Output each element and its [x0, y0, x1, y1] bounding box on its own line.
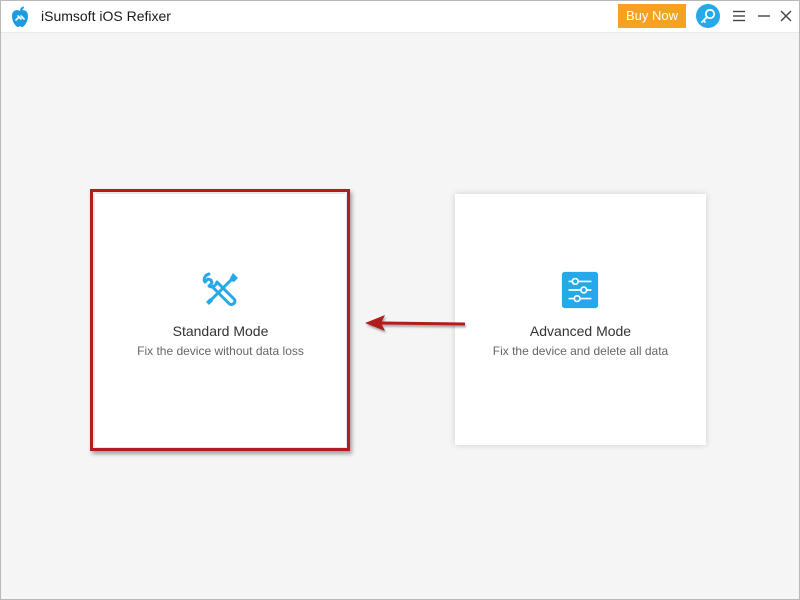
- tools-icon: [202, 272, 238, 307]
- standard-mode-title: Standard Mode: [172, 323, 269, 339]
- key-icon[interactable]: [696, 4, 720, 28]
- app-logo-icon: [12, 6, 28, 27]
- advanced-mode-title: Advanced Mode: [529, 323, 632, 339]
- advanced-mode-description: Fix the device and delete all data: [492, 344, 669, 358]
- buy-now-button[interactable]: Buy Now: [618, 4, 686, 28]
- title-bar: iSumsoft iOS Refixer Buy Now: [1, 1, 799, 33]
- advanced-mode-card[interactable]: Advanced Mode Fix the device and delete …: [455, 194, 706, 445]
- standard-mode-card[interactable]: Standard Mode Fix the device without dat…: [95, 194, 346, 447]
- menu-icon[interactable]: [729, 6, 749, 26]
- app-window: iSumsoft iOS Refixer Buy Now Standard Mo…: [0, 0, 800, 600]
- app-title: iSumsoft iOS Refixer: [41, 8, 171, 24]
- close-icon[interactable]: [776, 6, 796, 26]
- sliders-icon: [561, 271, 599, 309]
- standard-mode-description: Fix the device without data loss: [137, 344, 304, 358]
- minimize-icon[interactable]: [754, 6, 774, 26]
